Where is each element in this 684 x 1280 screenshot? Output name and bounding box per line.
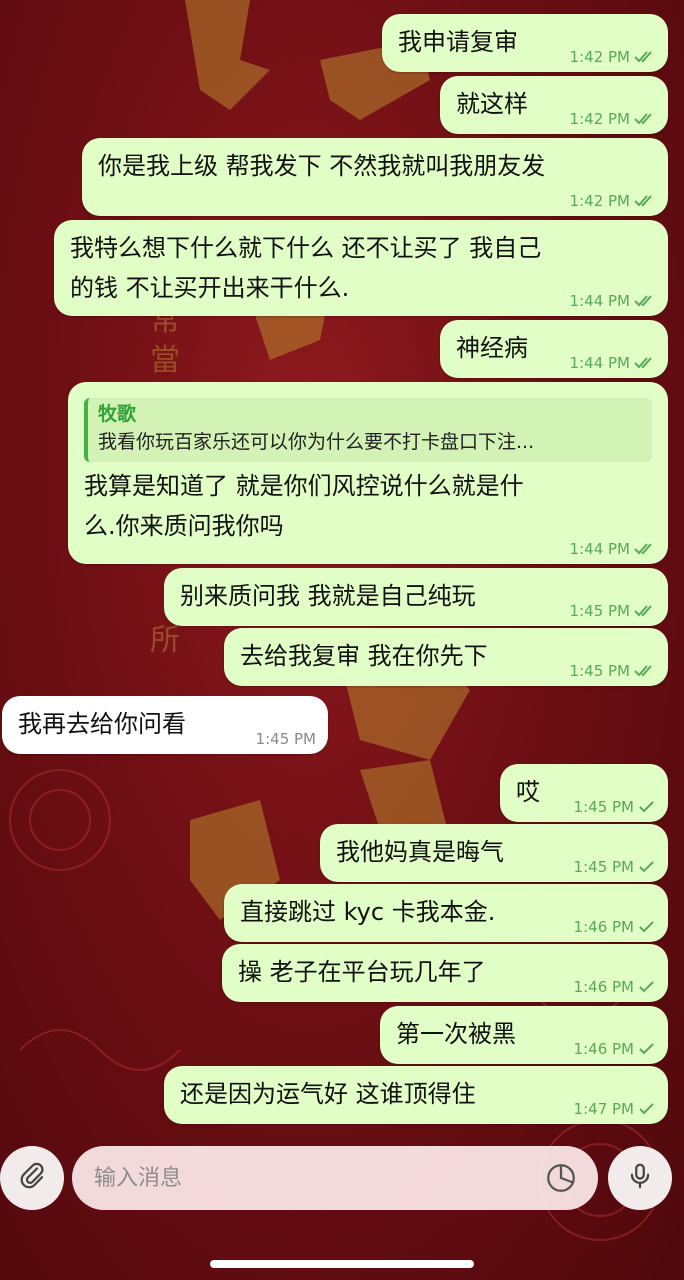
paperclip-icon bbox=[17, 1161, 47, 1195]
message-bubble[interactable]: 我申请复审 1:42 PM bbox=[382, 14, 668, 72]
message-time: 1:44 PM bbox=[569, 540, 630, 558]
message-meta: 1:42 PM bbox=[570, 110, 656, 128]
double-check-icon bbox=[634, 356, 656, 370]
double-check-icon bbox=[634, 112, 656, 126]
attach-button[interactable] bbox=[0, 1146, 64, 1210]
double-check-icon bbox=[634, 604, 656, 618]
double-check-icon bbox=[634, 50, 656, 64]
message-time: 1:45 PM bbox=[573, 858, 634, 876]
message-meta: 1:47 PM bbox=[574, 1100, 656, 1118]
message-bubble[interactable]: 哎 1:45 PM bbox=[500, 764, 668, 822]
single-check-icon bbox=[638, 1102, 656, 1116]
single-check-icon bbox=[638, 920, 656, 934]
message-bubble[interactable]: 操 老子在平台玩几年了 1:46 PM bbox=[222, 944, 668, 1002]
message-input[interactable] bbox=[92, 1164, 544, 1192]
message-time: 1:45 PM bbox=[569, 602, 630, 620]
message-meta: 1:46 PM bbox=[574, 918, 656, 936]
sticker-icon[interactable] bbox=[544, 1161, 578, 1195]
voice-record-button[interactable] bbox=[608, 1146, 672, 1210]
message-time: 1:45 PM bbox=[255, 730, 316, 748]
message-time: 1:42 PM bbox=[569, 110, 630, 128]
message-bubble[interactable]: 直接跳过 kyc 卡我本金. 1:46 PM bbox=[224, 884, 668, 942]
message-meta: 1:44 PM bbox=[570, 354, 656, 372]
message-bubble-incoming[interactable]: 我再去给你问看 1:45 PM bbox=[2, 696, 328, 754]
message-composer bbox=[0, 1140, 684, 1280]
message-time: 1:45 PM bbox=[573, 798, 634, 816]
message-time: 1:42 PM bbox=[569, 192, 630, 210]
double-check-icon bbox=[634, 294, 656, 308]
message-meta: 1:46 PM bbox=[574, 978, 656, 996]
reply-quote[interactable]: 牧歌 我看你玩百家乐还可以你为什么要不打卡盘口下注... bbox=[84, 398, 652, 462]
home-indicator[interactable] bbox=[210, 1260, 474, 1268]
message-text: 你是我上级 帮我发下 不然我就叫我朋友发 bbox=[98, 152, 546, 180]
message-time: 1:47 PM bbox=[573, 1100, 634, 1118]
message-text: 我特么想下什么就下什么 还不让买了 我自己 的钱 不让买开出来干什么. bbox=[70, 234, 542, 302]
single-check-icon bbox=[638, 800, 656, 814]
message-input-field[interactable] bbox=[72, 1146, 598, 1210]
message-list[interactable]: 我申请复审 1:42 PM 就这样 1:42 PM 你是我上级 帮我发下 不然我… bbox=[0, 0, 684, 1140]
message-bubble[interactable]: 去给我复审 我在你先下 1:45 PM bbox=[224, 628, 668, 686]
message-bubble[interactable]: 还是因为运气好 这谁顶得住 1:47 PM bbox=[164, 1066, 668, 1124]
message-bubble[interactable]: 就这样 1:42 PM bbox=[440, 76, 668, 134]
message-meta: 1:44 PM bbox=[570, 540, 656, 558]
message-meta: 1:42 PM bbox=[570, 192, 656, 210]
message-bubble[interactable]: 你是我上级 帮我发下 不然我就叫我朋友发 1:42 PM bbox=[82, 138, 668, 216]
message-bubble[interactable]: 我他妈真是晦气 1:45 PM bbox=[320, 824, 668, 882]
message-time: 1:46 PM bbox=[573, 978, 634, 996]
message-meta: 1:42 PM bbox=[570, 48, 656, 66]
reply-author: 牧歌 bbox=[98, 403, 137, 425]
message-bubble[interactable]: 第一次被黑 1:46 PM bbox=[380, 1006, 668, 1064]
message-meta: 1:46 PM bbox=[574, 1040, 656, 1058]
double-check-icon bbox=[634, 542, 656, 556]
message-meta: 1:44 PM bbox=[570, 292, 656, 310]
single-check-icon bbox=[638, 860, 656, 874]
message-bubble[interactable]: 我特么想下什么就下什么 还不让买了 我自己 的钱 不让买开出来干什么. 1:44… bbox=[54, 220, 668, 316]
message-bubble[interactable]: 别来质问我 我就是自己纯玩 1:45 PM bbox=[164, 568, 668, 626]
single-check-icon bbox=[638, 980, 656, 994]
microphone-icon bbox=[625, 1161, 655, 1195]
message-time: 1:42 PM bbox=[569, 48, 630, 66]
message-text: 我算是知道了 就是你们风控说什么就是什 么.你来质问我你吗 bbox=[84, 472, 524, 540]
message-bubble-reply[interactable]: 牧歌 我看你玩百家乐还可以你为什么要不打卡盘口下注... 我算是知道了 就是你们… bbox=[68, 382, 668, 564]
double-check-icon bbox=[634, 194, 656, 208]
message-meta: 1:45 PM bbox=[256, 730, 316, 748]
double-check-icon bbox=[634, 664, 656, 678]
message-meta: 1:45 PM bbox=[574, 798, 656, 816]
message-meta: 1:45 PM bbox=[570, 662, 656, 680]
message-time: 1:46 PM bbox=[573, 918, 634, 936]
single-check-icon bbox=[638, 1042, 656, 1056]
message-meta: 1:45 PM bbox=[574, 858, 656, 876]
message-time: 1:44 PM bbox=[569, 354, 630, 372]
message-time: 1:44 PM bbox=[569, 292, 630, 310]
message-time: 1:46 PM bbox=[573, 1040, 634, 1058]
message-bubble[interactable]: 神经病 1:44 PM bbox=[440, 320, 668, 378]
reply-text: 我看你玩百家乐还可以你为什么要不打卡盘口下注... bbox=[98, 431, 535, 453]
message-meta: 1:45 PM bbox=[570, 602, 656, 620]
message-time: 1:45 PM bbox=[569, 662, 630, 680]
